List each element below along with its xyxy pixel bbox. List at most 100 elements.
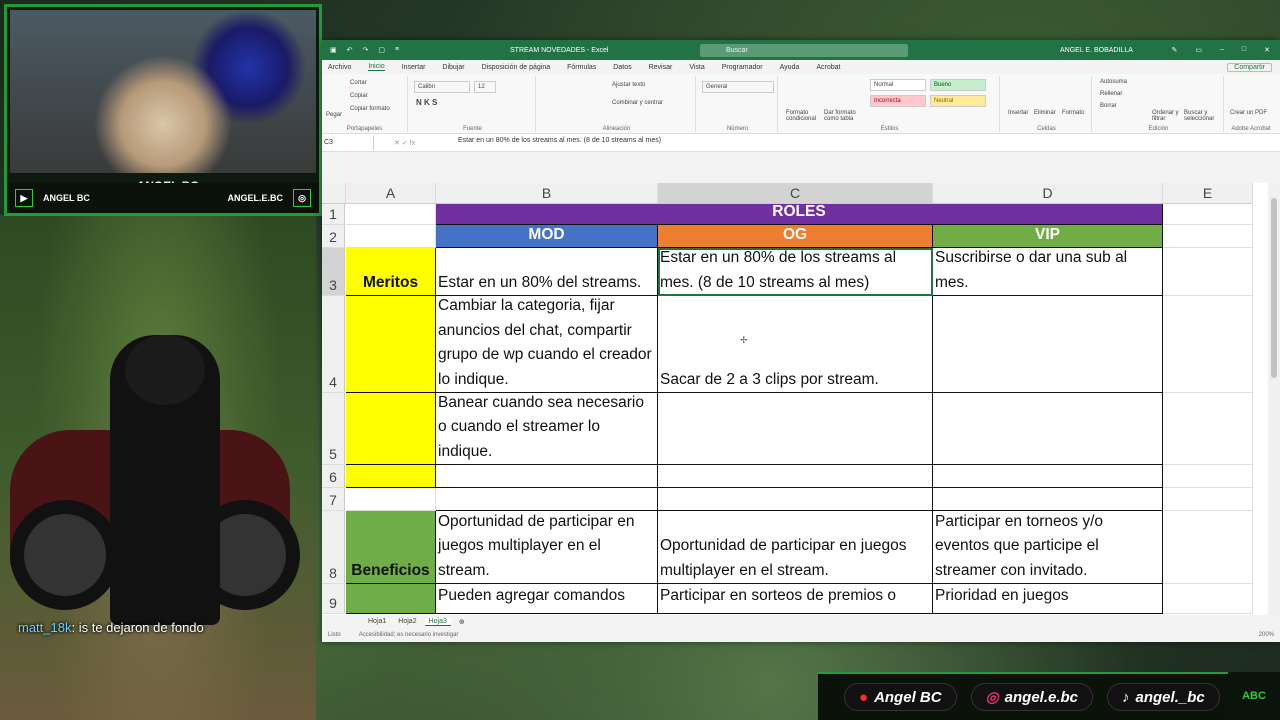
- cell[interactable]: [1163, 584, 1253, 614]
- merge-center-button[interactable]: Combinar y centrar: [612, 100, 663, 106]
- yellow-cell-a4[interactable]: [346, 296, 436, 393]
- style-incorrecta[interactable]: Incorrecta: [870, 95, 926, 107]
- search-input[interactable]: Buscar: [700, 43, 908, 57]
- instagram-link[interactable]: ◎ angel.e.bc: [970, 683, 1094, 711]
- cell-b3[interactable]: Estar en un 80% del streams.: [436, 248, 658, 296]
- style-normal[interactable]: Normal: [870, 79, 926, 91]
- cell[interactable]: [346, 225, 436, 248]
- column-header-b[interactable]: B: [436, 183, 658, 204]
- create-pdf-button[interactable]: Crear un PDF: [1230, 110, 1270, 116]
- youtube-link[interactable]: ● Angel BC: [844, 683, 957, 711]
- insert-cells-button[interactable]: Insertar: [1008, 110, 1028, 116]
- delete-cells-button[interactable]: Eliminar: [1034, 110, 1056, 116]
- row-header-8[interactable]: 8: [322, 511, 345, 584]
- bold-button[interactable]: N K S: [416, 98, 437, 107]
- column-header-e[interactable]: E: [1163, 183, 1253, 204]
- fx-icon[interactable]: ✕ ✓ fx: [374, 139, 454, 147]
- fill-button[interactable]: Rellenar: [1100, 91, 1122, 97]
- menu-formulas[interactable]: Fórmulas: [567, 64, 596, 71]
- column-header-a[interactable]: A: [346, 183, 436, 204]
- row-header-7[interactable]: 7: [322, 488, 345, 511]
- green-cell-a9[interactable]: [346, 584, 436, 614]
- font-size-select[interactable]: 12: [474, 81, 496, 93]
- user-name[interactable]: ANGEL E. BOBADILLA: [1060, 47, 1133, 54]
- customize-icon[interactable]: ≡: [395, 46, 399, 54]
- cell[interactable]: [1163, 225, 1253, 248]
- cell[interactable]: [1163, 488, 1253, 511]
- new-file-icon[interactable]: ▢: [378, 46, 385, 54]
- yellow-cell-a5[interactable]: [346, 393, 436, 465]
- cell-c4[interactable]: Sacar de 2 a 3 clips por stream.: [658, 296, 933, 393]
- meritos-label[interactable]: Meritos: [346, 248, 436, 296]
- menu-dibujar[interactable]: Dibujar: [442, 64, 464, 71]
- column-header-c[interactable]: C: [658, 183, 933, 204]
- name-box[interactable]: C3: [322, 135, 374, 150]
- minimize-icon[interactable]: –: [1220, 46, 1224, 54]
- cell-d9[interactable]: Prioridad en juegos: [933, 584, 1163, 614]
- format-painter-button[interactable]: Copiar formato: [350, 106, 390, 112]
- font-name-select[interactable]: Calibri: [414, 81, 470, 93]
- vertical-scrollbar[interactable]: [1268, 183, 1280, 615]
- cell[interactable]: [1163, 248, 1253, 296]
- share-button[interactable]: Compartir: [1227, 62, 1272, 72]
- conditional-format-button[interactable]: Formato condicional: [786, 110, 816, 122]
- status-accessibility[interactable]: Accesibilidad: es necesario investigar: [359, 632, 459, 638]
- cell[interactable]: [346, 488, 436, 511]
- menu-inicio[interactable]: Inicio: [368, 63, 385, 71]
- paste-button[interactable]: Pegar: [326, 112, 342, 118]
- menu-ayuda[interactable]: Ayuda: [780, 64, 800, 71]
- menu-acrobat[interactable]: Acrobat: [816, 64, 840, 71]
- tiktok-link[interactable]: ♪ angel._bc: [1107, 683, 1220, 711]
- row-header-4[interactable]: 4: [322, 296, 345, 393]
- menu-disposicion[interactable]: Disposición de página: [482, 64, 551, 71]
- cell-d6[interactable]: [933, 465, 1163, 488]
- spreadsheet-grid[interactable]: A B C D E 1 2 3 4 5 6 7 8 9 ROLES MOD OG VIP Meritos Benefi…: [322, 183, 1268, 615]
- vip-header[interactable]: VIP: [933, 225, 1163, 248]
- redo-icon[interactable]: ↷: [363, 46, 369, 54]
- cell-c3[interactable]: Estar en un 80% de los streams al mes. (…: [658, 248, 933, 296]
- undo-icon[interactable]: ↶: [347, 46, 353, 54]
- sheet-tab-hoja2[interactable]: Hoja2: [394, 618, 420, 625]
- cell-b9[interactable]: Pueden agregar comandos: [436, 584, 658, 614]
- formula-input[interactable]: Estar en un 80% de los streams al mes. (…: [454, 134, 1280, 152]
- format-as-table-button[interactable]: Dar formato como tabla: [824, 110, 862, 122]
- cell-d5[interactable]: [933, 393, 1163, 465]
- wrap-text-button[interactable]: Ajustar texto: [612, 82, 645, 88]
- copy-button[interactable]: Copiar: [350, 93, 368, 99]
- autosum-button[interactable]: Autosuma: [1100, 79, 1127, 85]
- save-icon[interactable]: ▣: [330, 46, 337, 54]
- column-header-d[interactable]: D: [933, 183, 1163, 204]
- cell[interactable]: [1163, 465, 1253, 488]
- maximize-icon[interactable]: □: [1242, 46, 1246, 54]
- row-header-3[interactable]: 3: [322, 248, 345, 296]
- cell[interactable]: [1163, 296, 1253, 393]
- select-all-corner[interactable]: [322, 183, 346, 204]
- clear-button[interactable]: Borrar: [1100, 103, 1117, 109]
- row-header-5[interactable]: 5: [322, 393, 345, 465]
- row-header-1[interactable]: 1: [322, 204, 345, 225]
- sort-filter-button[interactable]: Ordenar y filtrar: [1152, 110, 1182, 122]
- style-bueno[interactable]: Bueno: [930, 79, 986, 91]
- menu-datos[interactable]: Datos: [613, 64, 631, 71]
- cell-b6[interactable]: [436, 465, 658, 488]
- row-header-6[interactable]: 6: [322, 465, 345, 488]
- style-neutral[interactable]: Neutral: [930, 95, 986, 107]
- mod-header[interactable]: MOD: [436, 225, 658, 248]
- roles-header[interactable]: ROLES: [436, 204, 1163, 225]
- yellow-cell-a6[interactable]: [346, 465, 436, 488]
- close-icon[interactable]: ✕: [1264, 46, 1270, 54]
- find-select-button[interactable]: Buscar y seleccionar: [1184, 110, 1220, 122]
- sheet-tab-hoja3[interactable]: Hoja3: [424, 617, 451, 626]
- format-cells-button[interactable]: Formato: [1062, 110, 1084, 116]
- cell-d4[interactable]: [933, 296, 1163, 393]
- menu-archivo[interactable]: Archivo: [328, 64, 351, 71]
- add-sheet-icon[interactable]: ⊕: [455, 618, 469, 626]
- cut-button[interactable]: Cortar: [350, 80, 367, 86]
- menu-insertar[interactable]: Insertar: [402, 64, 426, 71]
- scroll-thumb[interactable]: [1271, 198, 1277, 378]
- number-format-select[interactable]: General: [702, 81, 774, 93]
- cell-c7[interactable]: [658, 488, 933, 511]
- cell-c5[interactable]: [658, 393, 933, 465]
- menu-programador[interactable]: Programador: [722, 64, 763, 71]
- cell-c8[interactable]: Oportunidad de participar en juegos mult…: [658, 511, 933, 584]
